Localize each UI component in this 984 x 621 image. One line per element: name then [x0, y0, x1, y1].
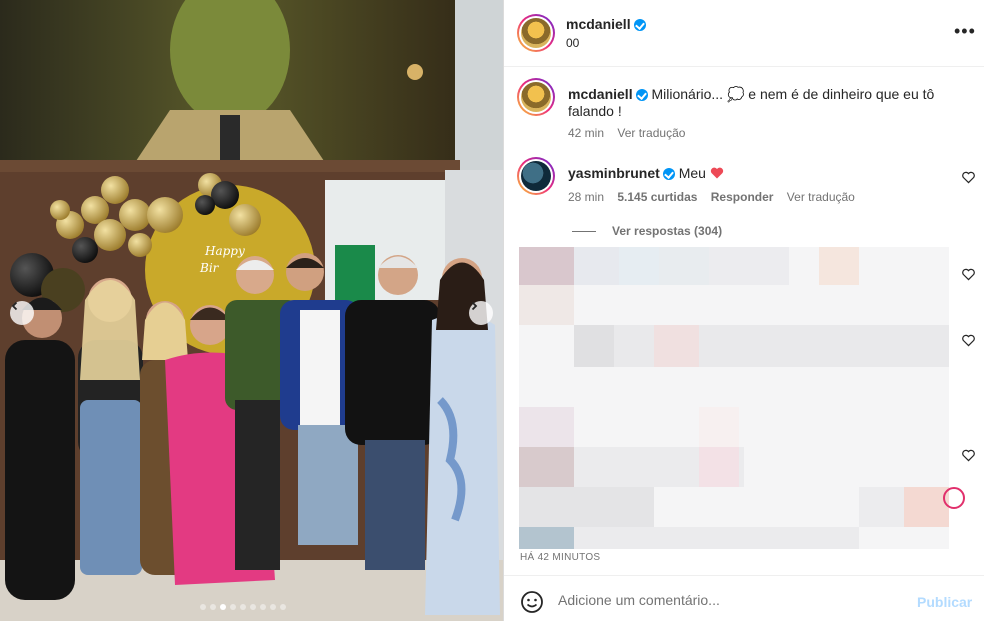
heart-icon[interactable]	[962, 334, 975, 347]
comment-time: 28 min	[568, 190, 605, 204]
caption-username[interactable]: mcdaniell	[568, 86, 633, 102]
comment-likes[interactable]: 5.145 curtidas	[617, 190, 697, 204]
carousel-dot	[240, 604, 246, 610]
carousel-dot	[220, 604, 226, 610]
carousel-indicator	[200, 604, 286, 610]
comment-text: Meu	[678, 165, 706, 181]
comment-avatar[interactable]	[517, 157, 555, 195]
comment: yasminbrunet Meu	[568, 165, 724, 181]
caption-time: 42 min	[568, 126, 605, 140]
carousel-dot	[200, 604, 206, 610]
heart-icon[interactable]	[962, 171, 975, 184]
header-subtitle: 00	[566, 36, 580, 50]
carousel-next-button[interactable]	[469, 301, 493, 325]
verified-icon	[662, 168, 675, 181]
caption-avatar[interactable]	[517, 78, 555, 116]
post-button[interactable]: Publicar	[917, 594, 972, 610]
view-replies-label: Ver respostas (304)	[612, 224, 723, 238]
verified-icon	[633, 18, 646, 31]
caption: mcdaniell Milionário... 💭 e nem é de din…	[568, 86, 948, 120]
verified-icon	[635, 89, 648, 102]
svg-text:Bir: Bir	[199, 261, 220, 275]
reply-button[interactable]: Responder	[711, 190, 774, 204]
header-username[interactable]: mcdaniell	[566, 16, 631, 32]
red-heart-icon	[710, 167, 723, 179]
blurred-comments	[519, 247, 949, 549]
more-icon[interactable]: •••	[954, 22, 976, 40]
carousel-dot	[210, 604, 216, 610]
avatar[interactable]	[517, 14, 555, 52]
carousel-dot	[280, 604, 286, 610]
emoji-icon[interactable]	[520, 590, 544, 614]
heart-icon[interactable]	[962, 449, 975, 462]
replies-divider	[572, 230, 596, 232]
caption-meta: 42 min Ver tradução	[568, 126, 685, 140]
carousel-dot	[270, 604, 276, 610]
post-time: HÁ 42 MINUTOS	[520, 552, 601, 563]
svg-text:Happy: Happy	[204, 244, 245, 258]
comment-meta: 28 min 5.145 curtidas Responder Ver trad…	[568, 190, 855, 204]
chevron-right-icon	[471, 301, 478, 311]
post-header: mcdaniell 00 •••	[504, 0, 984, 67]
party-photo: Happy Bir	[0, 0, 503, 621]
comment-translate-link[interactable]: Ver tradução	[787, 190, 855, 204]
caption-translate-link[interactable]: Ver tradução	[617, 126, 685, 140]
comment-input[interactable]	[558, 592, 898, 608]
carousel-prev-button[interactable]	[10, 301, 34, 325]
carousel-dot	[260, 604, 266, 610]
heart-icon[interactable]	[962, 268, 975, 281]
view-replies[interactable]: Ver respostas (304)	[572, 224, 722, 238]
comment-bar: Publicar	[504, 575, 984, 621]
post-side-panel: mcdaniell 00 ••• mcdaniell Milionário...…	[503, 0, 984, 621]
chevron-left-icon	[11, 301, 18, 311]
post-image[interactable]: Happy Bir	[0, 0, 503, 621]
carousel-dot	[230, 604, 236, 610]
instagram-logo-icon	[943, 487, 965, 509]
carousel-dot	[250, 604, 256, 610]
comment-username[interactable]: yasminbrunet	[568, 165, 660, 181]
